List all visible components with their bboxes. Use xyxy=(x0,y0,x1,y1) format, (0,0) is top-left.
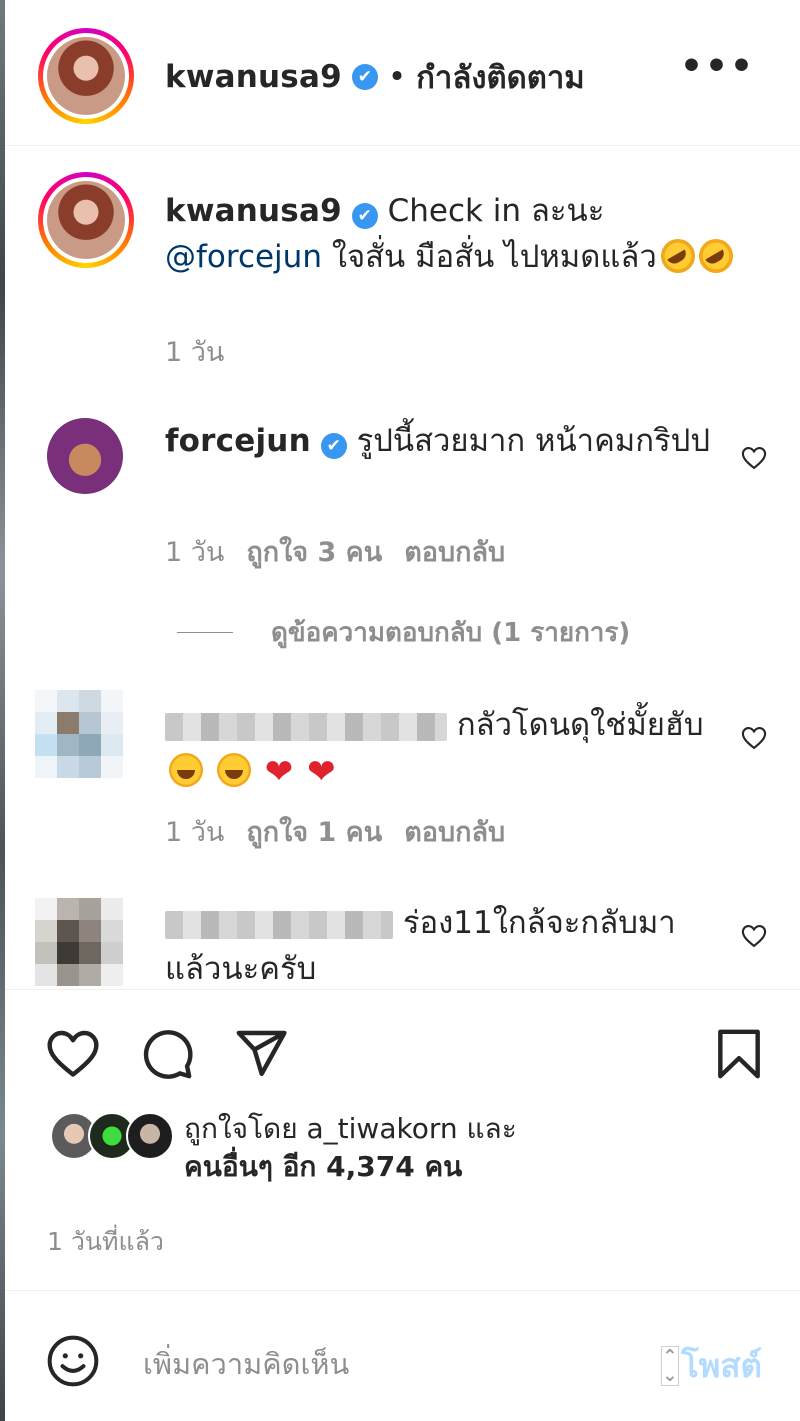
caption-text-part2: ใจสั่น มือสั่น ไปหมดแล้ว xyxy=(321,239,657,275)
post-timestamp[interactable]: 1 วันที่แล้ว xyxy=(47,1222,164,1262)
comment-body: รูปนี้สวยมาก หน้าคมกริปป xyxy=(356,423,711,459)
resize-handle-icon: ⌃ ⌄ xyxy=(660,1345,679,1386)
caption-avatar[interactable] xyxy=(38,172,134,268)
commenter-avatar-blurred[interactable] xyxy=(35,898,123,986)
commenter-username-blurred[interactable] xyxy=(165,910,393,939)
rofl-emoji-icon xyxy=(660,239,695,273)
red-heart-emoji-icon: ❤ xyxy=(264,752,294,792)
author-username[interactable]: kwanusa9 xyxy=(165,59,342,95)
joy-emoji-icon xyxy=(216,753,251,787)
comment-time[interactable]: 1 วัน xyxy=(165,810,224,853)
caption-mention-link[interactable]: @forcejun xyxy=(165,239,322,275)
replies-divider xyxy=(177,632,233,633)
comment-like-heart-icon[interactable] xyxy=(740,922,768,950)
caption-text: kwanusa9 ✔ Check in ละนะ @forcejun ใจสั่… xyxy=(165,188,735,280)
caption-meta: 1 วัน xyxy=(165,330,224,373)
caption-time[interactable]: 1 วัน xyxy=(165,330,224,373)
likes-line-2: คนอื่นๆ อีก 4,374 คน xyxy=(184,1150,463,1183)
commenter-username-blurred[interactable] xyxy=(165,712,447,741)
caption-username[interactable]: kwanusa9 xyxy=(165,193,342,229)
likes-line-1: ถูกใจโดย a_tiwakorn และ xyxy=(184,1112,517,1145)
author-avatar[interactable] xyxy=(38,28,134,124)
comments-scroll-area[interactable]: kwanusa9 ✔ Check in ละนะ @forcejun ใจสั่… xyxy=(5,146,800,990)
likes-summary[interactable]: ถูกใจโดย a_tiwakorn และ คนอื่นๆ อีก 4,37… xyxy=(184,1110,517,1186)
post-header: kwanusa9 ✔ • กำลังติดตาม ••• xyxy=(5,0,800,146)
commenter-username[interactable]: forcejun xyxy=(165,423,311,459)
rofl-emoji-icon xyxy=(698,239,733,273)
comment-like-count[interactable]: ถูกใจ 1 คน xyxy=(246,810,382,853)
smiley-icon[interactable] xyxy=(45,1333,101,1389)
verified-badge-icon: ✔ xyxy=(320,433,347,459)
verified-badge-icon: ✔ xyxy=(351,64,378,90)
post-button-label: โพสต์ xyxy=(680,1346,762,1385)
commenter-avatar[interactable] xyxy=(47,418,123,494)
comment-composer: เพิ่มความคิดเห็น ⌃ ⌄ โพสต์ xyxy=(5,1291,800,1421)
header-separator: • xyxy=(387,59,407,95)
more-options-icon[interactable]: ••• xyxy=(680,49,755,85)
comment-meta: 1 วัน ถูกใจ 1 คน ตอบกลับ xyxy=(165,810,505,853)
commenter-avatar-blurred[interactable] xyxy=(35,690,123,778)
view-replies-label: ดูข้อความตอบกลับ (1 รายการ) xyxy=(271,618,631,648)
instagram-post-panel: kwanusa9 ✔ • กำลังติดตาม ••• kwanusa9 ✔ … xyxy=(0,0,800,1421)
post-comment-button[interactable]: ⌃ ⌄ โพสต์ xyxy=(660,1339,762,1392)
comment-body: กลัวโดนดุใช่มั้ยฮับ xyxy=(456,707,704,743)
caption-text-part1: Check in ละนะ xyxy=(387,193,605,229)
comment-meta: 1 วัน ถูกใจ 3 คน ตอบกลับ xyxy=(165,530,505,573)
comment-text: กลัวโดนดุใช่มั้ยฮับ ❤ ❤ xyxy=(165,702,725,794)
comment-text: forcejun ✔ รูปนี้สวยมาก หน้าคมกริปป xyxy=(165,418,725,464)
comment-input[interactable]: เพิ่มความคิดเห็น xyxy=(143,1341,349,1387)
verified-badge-icon: ✔ xyxy=(351,203,378,229)
comment-bubble-icon[interactable] xyxy=(139,1026,195,1082)
comment-like-count[interactable]: ถูกใจ 3 คน xyxy=(246,530,382,573)
liker-avatar[interactable] xyxy=(126,1112,174,1160)
comment-like-heart-icon[interactable] xyxy=(740,444,768,472)
comment-text: ร่อง11ใกล้จะกลับมาแล้วนะครับ xyxy=(165,900,725,989)
post-sidebar: kwanusa9 ✔ • กำลังติดตาม ••• kwanusa9 ✔ … xyxy=(5,0,800,1421)
header-user-line: kwanusa9 ✔ • กำลังติดตาม xyxy=(165,52,585,102)
reply-button[interactable]: ตอบกลับ xyxy=(404,530,505,573)
paper-plane-icon[interactable] xyxy=(233,1026,289,1082)
view-replies-button[interactable]: ดูข้อความตอบกลับ (1 รายการ) xyxy=(177,612,630,653)
red-heart-emoji-icon: ❤ xyxy=(307,752,336,792)
bookmark-icon[interactable] xyxy=(711,1026,767,1082)
post-actions: ถูกใจโดย a_tiwakorn และ คนอื่นๆ อีก 4,37… xyxy=(5,990,800,1291)
liker-avatars xyxy=(50,1110,174,1160)
liked-by-row: ถูกใจโดย a_tiwakorn และ คนอื่นๆ อีก 4,37… xyxy=(50,1110,517,1186)
reply-button[interactable]: ตอบกลับ xyxy=(404,810,505,853)
joy-emoji-icon xyxy=(169,753,203,787)
comment-time[interactable]: 1 วัน xyxy=(165,530,224,573)
comment-like-heart-icon[interactable] xyxy=(740,724,768,752)
heart-icon[interactable] xyxy=(45,1026,101,1082)
following-button[interactable]: กำลังติดตาม xyxy=(416,52,585,102)
